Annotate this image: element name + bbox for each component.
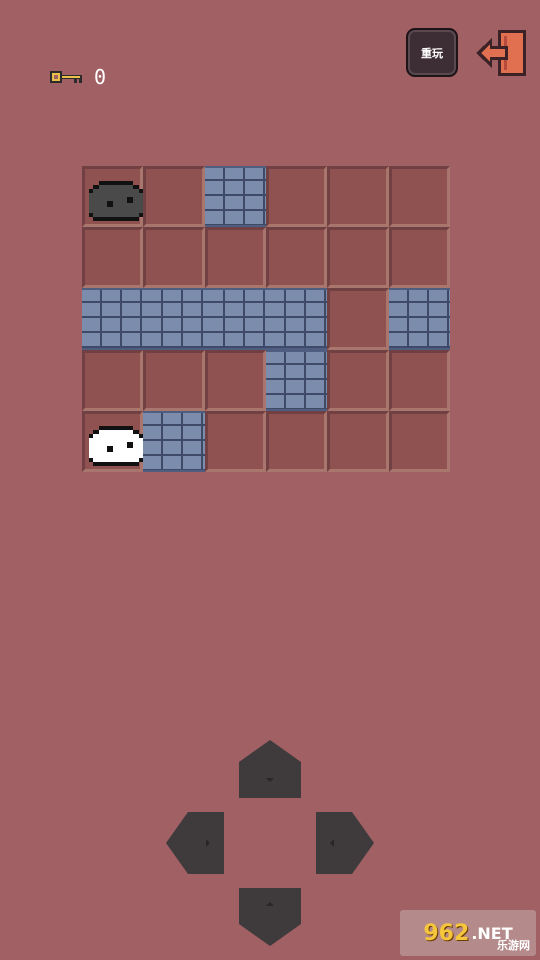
floor-tile — [265, 227, 328, 289]
floor-tile — [388, 349, 450, 411]
floor-tile — [143, 227, 205, 289]
wall-tile — [388, 288, 450, 350]
dark-slime — [85, 175, 147, 225]
floor-tile — [265, 166, 328, 228]
key-icon — [48, 66, 84, 88]
wall-tile — [265, 288, 328, 350]
key-count: 0 — [94, 65, 107, 89]
arrow-up-icon[interactable] — [239, 740, 301, 802]
watermark-logo: 962 .NET 乐游网 — [400, 910, 536, 956]
floor-tile — [82, 349, 144, 411]
white-slime — [85, 420, 147, 470]
restart-button[interactable]: 重玩 — [406, 28, 458, 77]
game-board — [82, 166, 450, 472]
wall-tile — [143, 288, 205, 350]
arrow-right-icon[interactable] — [312, 812, 374, 874]
wall-tile — [82, 288, 144, 350]
floor-tile — [388, 227, 450, 289]
floor-tile — [327, 288, 389, 350]
floor-tile — [265, 410, 328, 472]
floor-tile — [82, 227, 144, 289]
wall-tile — [143, 410, 205, 472]
wall-tile — [265, 349, 328, 411]
floor-tile — [82, 410, 144, 472]
floor-tile — [327, 349, 389, 411]
floor-tile — [204, 410, 266, 472]
floor-tile — [204, 349, 266, 411]
watermark-number: 962 — [423, 920, 470, 946]
wall-tile — [204, 288, 266, 350]
floor-tile — [204, 227, 266, 289]
arrow-down-icon[interactable] — [239, 886, 301, 948]
floor-tile — [327, 410, 389, 472]
floor-tile — [327, 227, 389, 289]
floor-tile — [143, 349, 205, 411]
floor-tile — [388, 410, 450, 472]
floor-tile — [388, 166, 450, 228]
floor-tile — [327, 166, 389, 228]
exit-door-icon[interactable] — [474, 28, 530, 78]
arrow-left-icon[interactable] — [166, 812, 228, 874]
floor-tile — [143, 166, 205, 228]
floor-tile — [82, 166, 144, 228]
wall-tile — [204, 166, 266, 228]
watermark-subtitle: 乐游网 — [497, 939, 530, 952]
